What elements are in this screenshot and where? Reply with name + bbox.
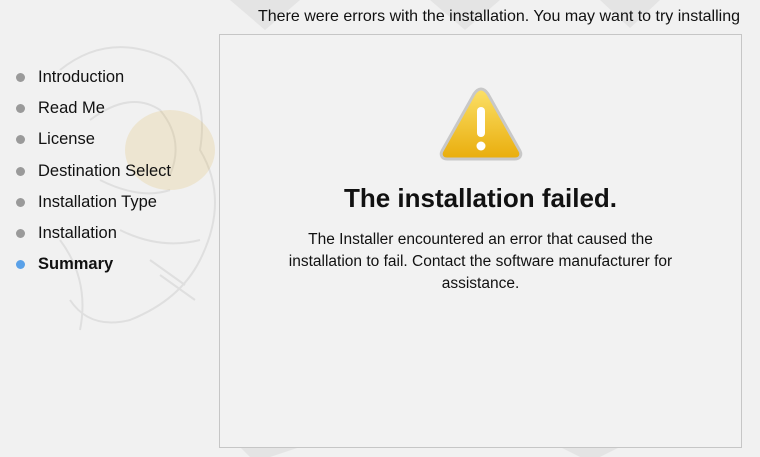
step-dot-icon bbox=[16, 135, 25, 145]
step-dot-icon bbox=[16, 166, 25, 176]
warning-triangle-icon bbox=[439, 87, 523, 161]
current-step-dot-icon bbox=[16, 260, 25, 270]
step-label: Summary bbox=[38, 255, 114, 274]
status-message: There were errors with the installation.… bbox=[257, 8, 740, 25]
step-label: Read Me bbox=[38, 99, 105, 118]
step-summary: Summary bbox=[14, 249, 214, 280]
step-label: License bbox=[38, 130, 95, 149]
step-label: Destination Select bbox=[38, 161, 171, 180]
step-dot-icon bbox=[16, 73, 25, 83]
summary-panel: The installation failed. The Installer e… bbox=[219, 34, 742, 448]
step-label: Introduction bbox=[38, 68, 125, 87]
step-installation-type: Installation Type bbox=[14, 187, 214, 218]
result-message: The Installer encountered an error that … bbox=[288, 231, 673, 292]
step-installation: Installation bbox=[14, 218, 214, 249]
step-dot-icon bbox=[16, 104, 25, 114]
step-label: Installation Type bbox=[38, 192, 157, 211]
step-license: License bbox=[14, 124, 214, 155]
result-title: The installation failed. bbox=[343, 183, 618, 213]
step-introduction: Introduction bbox=[14, 62, 214, 93]
installer-steps-sidebar: Introduction Read Me License Destination… bbox=[14, 62, 214, 280]
step-destination-select: Destination Select bbox=[14, 156, 214, 187]
step-read-me: Read Me bbox=[14, 93, 214, 124]
step-dot-icon bbox=[16, 197, 25, 207]
step-label: Installation bbox=[38, 224, 117, 243]
step-dot-icon bbox=[16, 229, 25, 239]
